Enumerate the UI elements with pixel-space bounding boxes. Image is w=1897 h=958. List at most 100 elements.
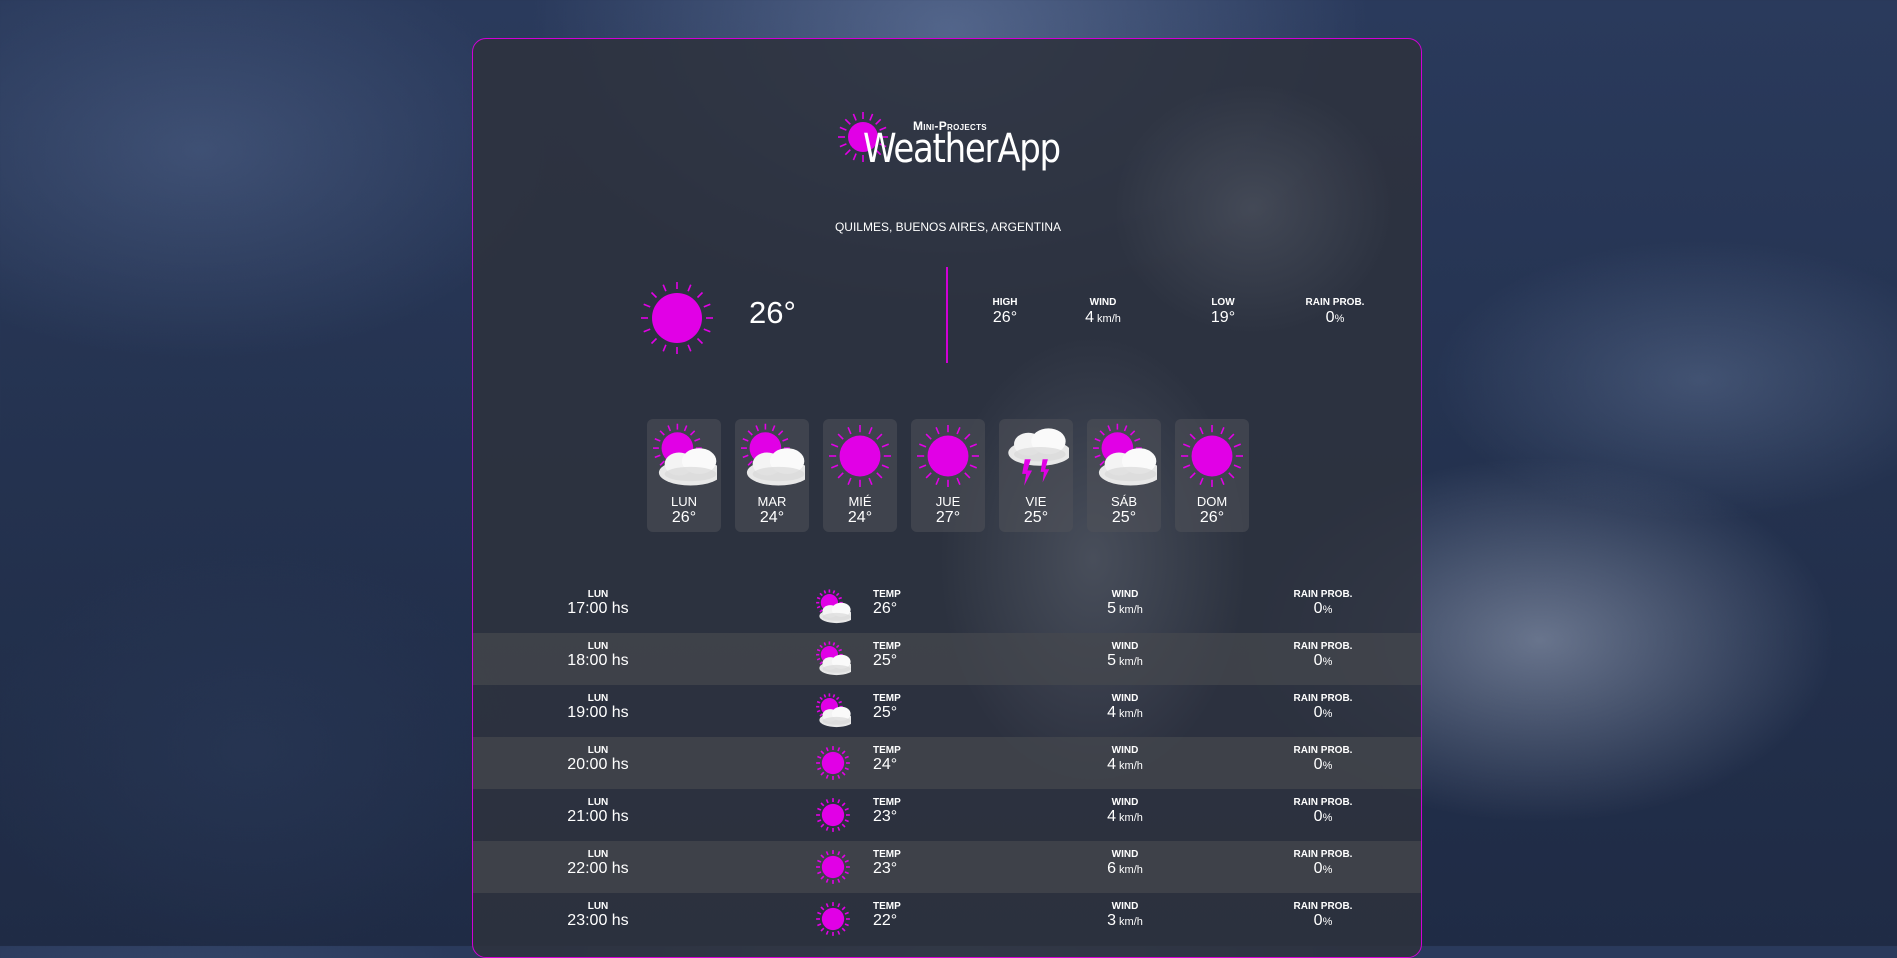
stat-value: 0% <box>1325 309 1345 326</box>
hour-time-label: LUN <box>587 641 609 652</box>
hour-wind: WIND 4 km/h <box>1085 745 1165 774</box>
hourly-row: LUN 23:00 hs TEMP 22° WIND 3 km/h RAIN PROB. 0% <box>473 893 1421 945</box>
day-name: LUN <box>670 494 697 509</box>
divider <box>946 267 948 363</box>
hour-wind-label: WIND <box>1111 693 1139 704</box>
hour-rain-label: RAIN PROB. <box>1293 901 1353 912</box>
hour-wind-unit: km/h <box>1116 760 1143 772</box>
day-temp: 26° <box>1199 509 1225 526</box>
stat-wind: WIND 4 km/h <box>1053 297 1153 327</box>
hour-time-value: 20:00 hs <box>567 756 629 773</box>
hour-rain-unit: % <box>1322 916 1333 928</box>
hour-time: LUN 23:00 hs <box>543 901 653 930</box>
hour-time-value: 17:00 hs <box>567 600 629 617</box>
hour-wind: WIND 4 km/h <box>1085 797 1165 826</box>
hour-rain: RAIN PROB. 0% <box>1273 693 1373 722</box>
day-name: DOM <box>1196 494 1228 509</box>
hour-temp-label: TEMP <box>873 745 901 756</box>
hour-temp: TEMP 25° <box>873 693 901 722</box>
hour-rain: RAIN PROB. 0% <box>1273 745 1373 774</box>
hour-rain: RAIN PROB. 0% <box>1273 589 1373 618</box>
hour-temp: TEMP 26° <box>873 589 901 618</box>
brand-title: WeatherApp <box>863 126 1061 172</box>
partly-cloudy-icon <box>653 423 717 486</box>
hour-wind-unit: km/h <box>1116 812 1143 824</box>
hour-rain-value: 0% <box>1313 704 1333 721</box>
hour-wind-value: 4 km/h <box>1107 808 1143 825</box>
hour-temp: TEMP 25° <box>873 641 901 670</box>
day-temp: 25° <box>1023 509 1049 526</box>
hour-time: LUN 22:00 hs <box>543 849 653 878</box>
stat-unit: km/h <box>1094 313 1121 325</box>
weather-card: Mini-Projects WeatherApp QUILMES, BUENOS… <box>472 38 1422 958</box>
sun-icon <box>816 746 850 780</box>
day-card-dom[interactable]: DOM 26° <box>1175 419 1249 532</box>
stat-value: 26° <box>992 309 1018 326</box>
hour-time: LUN 18:00 hs <box>543 641 653 670</box>
location-label: QUILMES, BUENOS AIRES, ARGENTINA <box>834 220 1062 234</box>
stat-label: WIND <box>1089 297 1117 308</box>
hour-time: LUN 20:00 hs <box>543 745 653 774</box>
hour-rain: RAIN PROB. 0% <box>1273 641 1373 670</box>
hour-temp-label: TEMP <box>873 797 901 808</box>
hour-temp-label: TEMP <box>873 589 901 600</box>
hour-temp-label: TEMP <box>873 849 901 860</box>
hour-temp: TEMP 23° <box>873 849 901 878</box>
stat-low: LOW 19° <box>1173 297 1273 327</box>
hour-rain: RAIN PROB. 0% <box>1273 901 1373 930</box>
day-card-mar[interactable]: MAR 24° <box>735 419 809 532</box>
sun-icon <box>829 425 891 487</box>
hour-time-value: 18:00 hs <box>567 652 629 669</box>
hour-temp-label: TEMP <box>873 693 901 704</box>
hour-wind-unit: km/h <box>1116 916 1143 928</box>
hour-wind: WIND 6 km/h <box>1085 849 1165 878</box>
hour-time-value: 21:00 hs <box>567 808 629 825</box>
hour-time-value: 22:00 hs <box>567 860 629 877</box>
hour-temp-label: TEMP <box>873 901 901 912</box>
hour-time: LUN 21:00 hs <box>543 797 653 826</box>
hour-wind-value: 3 km/h <box>1107 912 1143 929</box>
partly-cloudy-icon <box>741 423 805 486</box>
day-card-jue[interactable]: JUE 27° <box>911 419 985 532</box>
day-temp: 25° <box>1111 509 1137 526</box>
day-card-sáb[interactable]: SÁB 25° <box>1087 419 1161 532</box>
hour-rain-unit: % <box>1322 708 1333 720</box>
day-card-lun[interactable]: LUN 26° <box>647 419 721 532</box>
hour-time-value: 19:00 hs <box>567 704 629 721</box>
day-temp: 24° <box>759 509 785 526</box>
hour-temp-value: 25° <box>873 652 898 669</box>
hour-rain-unit: % <box>1322 864 1333 876</box>
hour-wind: WIND 4 km/h <box>1085 693 1165 722</box>
hour-wind-unit: km/h <box>1116 656 1143 668</box>
day-name: SÁB <box>1110 494 1137 509</box>
hour-wind: WIND 5 km/h <box>1085 589 1165 618</box>
partly-cloudy-icon <box>816 589 851 624</box>
hourly-row: LUN 18:00 hs TEMP 25° WIND 5 km/h RAIN PROB. 0… <box>473 633 1421 685</box>
hour-wind-label: WIND <box>1111 849 1139 860</box>
hour-wind: WIND 5 km/h <box>1085 641 1165 670</box>
day-name: JUE <box>935 494 961 509</box>
stat-unit: % <box>1334 313 1345 325</box>
stat-rain-prob: RAIN PROB. 0% <box>1285 297 1385 327</box>
hour-temp: TEMP 24° <box>873 745 901 774</box>
hour-time-label: LUN <box>587 797 609 808</box>
day-temp: 26° <box>671 509 697 526</box>
stat-label: RAIN PROB. <box>1305 297 1365 308</box>
hour-rain-unit: % <box>1322 760 1333 772</box>
hour-time-label: LUN <box>587 693 609 704</box>
day-card-mié[interactable]: MIÉ 24° <box>823 419 897 532</box>
thunderstorm-icon <box>1008 428 1069 486</box>
hour-rain-value: 0% <box>1313 860 1333 877</box>
hour-rain-label: RAIN PROB. <box>1293 641 1353 652</box>
partly-cloudy-icon <box>816 641 851 676</box>
hourly-row: LUN 17:00 hs TEMP 26° WIND 5 km/h RAIN PROB. 0… <box>473 581 1421 633</box>
sun-icon <box>1181 425 1243 487</box>
hour-time: LUN 19:00 hs <box>543 693 653 722</box>
hour-temp-value: 25° <box>873 704 898 721</box>
day-name: MAR <box>757 494 787 509</box>
hour-rain-label: RAIN PROB. <box>1293 589 1353 600</box>
day-card-vie[interactable]: VIE 25° <box>999 419 1073 532</box>
hour-time: LUN 17:00 hs <box>543 589 653 618</box>
day-name: VIE <box>1025 494 1047 509</box>
hour-time-label: LUN <box>587 745 609 756</box>
